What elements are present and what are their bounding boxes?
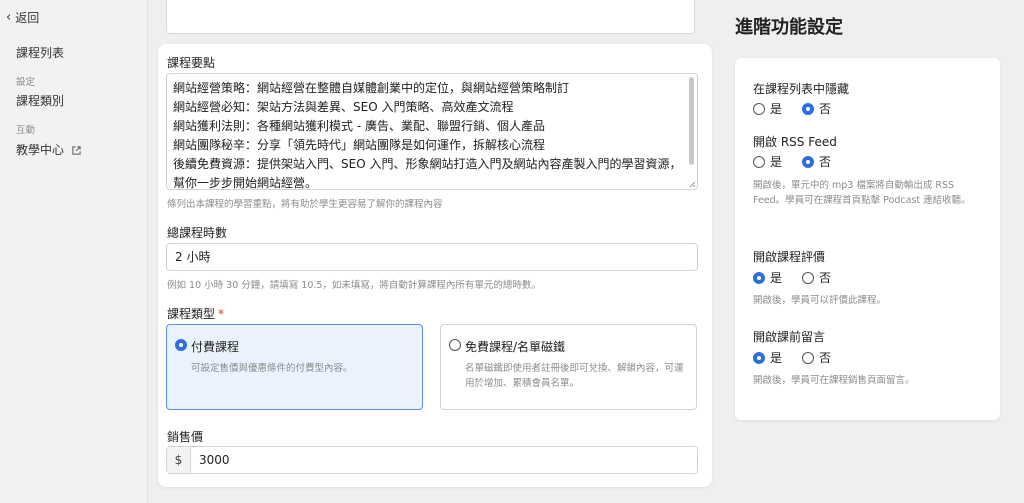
- course-type-option-free[interactable]: 免費課程/名單磁鐵 名單磁鐵即使用者註冊後即可兌換、解鎖內容，可運用於增加、累積…: [440, 324, 697, 410]
- sidebar-item-course-list[interactable]: 課程列表: [16, 44, 64, 61]
- sidebar-item-teaching-center[interactable]: 教學中心: [16, 141, 81, 158]
- external-link-icon: [72, 146, 81, 155]
- radio-label: 否: [819, 351, 832, 365]
- radio-paid[interactable]: [175, 339, 187, 351]
- radio-label: 否: [819, 271, 832, 285]
- advanced-settings-title: 進階功能設定: [735, 17, 843, 38]
- setting-hide-in-list-radios: 是 否: [753, 100, 851, 117]
- sidebar-item-course-category[interactable]: 課程類別: [16, 92, 64, 109]
- radio-button[interactable]: [802, 351, 815, 364]
- radio-label: 是: [770, 155, 783, 169]
- sidebar-item-label: 教學中心: [16, 143, 65, 157]
- key-point-line: 後續免費資源：提供架站入門、SEO 入門、形象網站打造入門及網站內容產製入門的學…: [173, 157, 681, 171]
- key-points-text: 網站經營策略：網站經營在整體自媒體創業中的定位，與網站經營策略制訂 網站經營必知…: [173, 79, 681, 190]
- key-points-label: 課程要點: [167, 56, 216, 70]
- radio-button[interactable]: [802, 102, 815, 115]
- setting-presale-comment-radios: 是 否: [753, 349, 851, 366]
- currency-prefix: $: [167, 447, 191, 473]
- textarea-scrollbar[interactable]: [689, 77, 694, 165]
- resize-handle-icon[interactable]: [688, 180, 696, 188]
- price-label: 銷售價: [167, 430, 204, 444]
- key-point-line: 網站經營必知：架站方法與差異、SEO 入門策略、高效產文流程: [173, 100, 514, 114]
- radio-label: 否: [819, 102, 832, 116]
- radio-free[interactable]: [449, 339, 461, 351]
- setting-review-label: 開啟課程評價: [753, 250, 826, 264]
- setting-rss-hint: 開啟後，單元中的 mp3 檔案將自動輸出成 RSS Feed。學員可在課程首頁點…: [753, 180, 971, 206]
- duration-hint: 例如 10 小時 30 分鐘，請填寫 10.5，如未填寫，將自動計算課程內所有單…: [167, 280, 541, 291]
- option-title: 付費課程: [191, 340, 240, 354]
- advanced-settings-card: 在課程列表中隱藏 是 否 開啟 RSS Feed 是 否 開啟後，單元中的 mp…: [735, 58, 1000, 420]
- radio-option-yes[interactable]: 是: [753, 153, 782, 170]
- option-desc: 可設定售價與優惠條件的付費型內容。: [191, 363, 353, 374]
- sidebar-group-settings: 設定: [16, 77, 36, 88]
- setting-rss-radios: 是 否: [753, 153, 851, 170]
- radio-button[interactable]: [753, 351, 765, 364]
- key-point-line: 幫你一步步開始網站經營。: [173, 176, 318, 190]
- radio-option-yes[interactable]: 是: [753, 349, 782, 366]
- radio-option-no[interactable]: 否: [802, 349, 831, 366]
- radio-option-no[interactable]: 否: [802, 269, 831, 286]
- radio-button[interactable]: [802, 271, 815, 284]
- duration-label: 總課程時數: [167, 226, 228, 240]
- sidebar-group-interaction: 互動: [16, 125, 36, 136]
- radio-option-yes[interactable]: 是: [753, 100, 782, 117]
- radio-label: 是: [770, 102, 783, 116]
- sidebar: ‹ 返回 課程列表 設定 課程類別 互動 教學中心: [0, 0, 148, 503]
- radio-label: 是: [770, 271, 783, 285]
- setting-review-hint: 開啟後，學員可以評價此課程。: [753, 295, 887, 306]
- setting-rss-label: 開啟 RSS Feed: [753, 135, 837, 149]
- setting-review-radios: 是 否: [753, 269, 851, 286]
- key-point-line: 網站獲利法則：各種網站獲利模式 - 廣告、業配、聯盟行銷、個人產品: [173, 119, 545, 133]
- radio-button[interactable]: [802, 155, 815, 168]
- previous-field-box: [166, 0, 695, 34]
- option-title: 免費課程/名單磁鐵: [465, 340, 566, 354]
- key-points-hint: 條列出本課程的學習重點，將有助於學生更容易了解你的課程內容: [167, 199, 443, 210]
- radio-option-no[interactable]: 否: [802, 153, 831, 170]
- setting-presale-comment-label: 開啟課前留言: [753, 330, 826, 344]
- radio-label: 是: [770, 351, 783, 365]
- required-mark: *: [218, 307, 225, 321]
- key-point-line: 網站經營策略：網站經營在整體自媒體創業中的定位，與網站經營策略制訂: [173, 81, 570, 95]
- option-desc: 名單磁鐵即使用者註冊後即可兌換、解鎖內容，可運用於增加、累積會員名單。: [465, 363, 684, 389]
- price-input-group[interactable]: $ 3000: [166, 446, 698, 474]
- radio-button[interactable]: [753, 102, 765, 115]
- radio-option-no[interactable]: 否: [802, 100, 831, 117]
- radio-option-yes[interactable]: 是: [753, 269, 782, 286]
- course-type-label-text: 課程類型: [167, 307, 216, 321]
- key-points-textarea[interactable]: 網站經營策略：網站經營在整體自媒體創業中的定位，與網站經營策略制訂 網站經營必知…: [166, 73, 698, 190]
- course-info-card: 課程要點 網站經營策略：網站經營在整體自媒體創業中的定位，與網站經營策略制訂 網…: [158, 44, 712, 487]
- course-type-option-paid[interactable]: 付費課程 可設定售價與優惠條件的付費型內容。: [166, 324, 423, 410]
- back-label: 返回: [15, 11, 40, 25]
- radio-label: 否: [819, 155, 832, 169]
- radio-button[interactable]: [753, 155, 765, 168]
- setting-presale-comment-hint: 開啟後，學員可在課程銷售頁面留言。: [753, 375, 915, 386]
- back-link[interactable]: ‹ 返回: [6, 9, 39, 26]
- chevron-left-icon: ‹: [6, 10, 12, 25]
- course-type-label: 課程類型 *: [167, 305, 224, 322]
- key-point-line: 網站團隊秘辛：分享「領先時代」網站團隊是如何運作，拆解核心流程: [173, 138, 546, 152]
- duration-input[interactable]: 2 小時: [166, 243, 698, 271]
- radio-button[interactable]: [753, 271, 765, 284]
- setting-hide-in-list-label: 在課程列表中隱藏: [753, 82, 850, 96]
- price-input[interactable]: 3000: [191, 447, 230, 473]
